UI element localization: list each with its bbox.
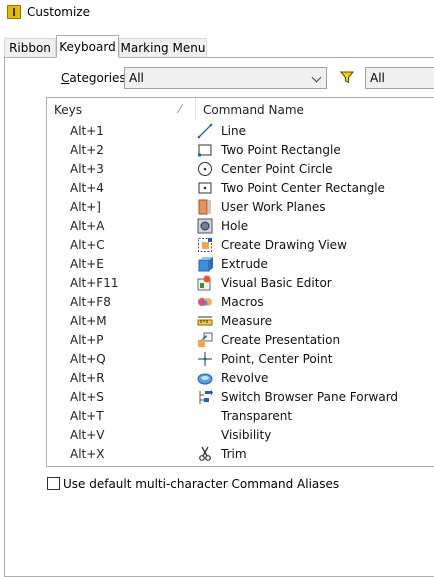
command-name: Create Presentation <box>221 333 341 347</box>
shortcut-key: Alt+A <box>70 219 105 233</box>
shortcut-list[interactable]: Keys ⁄ Command Name Alt+1 Line Alt+2 Two… <box>46 97 434 467</box>
command-name: Macros <box>221 295 264 309</box>
command-name: Visibility <box>221 428 272 442</box>
categories-dropdown[interactable]: All <box>124 67 327 89</box>
list-item[interactable]: Alt+P Create Presentation <box>47 331 434 350</box>
filter-dropdown[interactable]: All <box>365 67 434 89</box>
shortcut-key: Alt+2 <box>70 143 104 157</box>
macros-icon <box>198 298 212 306</box>
command-name: Point, Center Point <box>221 352 333 366</box>
shortcut-key: Alt+P <box>70 333 104 347</box>
list-item[interactable]: Alt+S Switch Browser Pane Forward <box>47 388 434 407</box>
shortcut-key: Alt+M <box>70 314 107 328</box>
hole-icon <box>197 218 213 234</box>
drawing-view-icon <box>198 238 212 252</box>
tab-marking-menu[interactable]: Marking Menu <box>119 38 207 57</box>
command-name: Measure <box>221 314 272 328</box>
column-header-command[interactable]: Command Name <box>203 103 304 117</box>
command-name: Center Point Circle <box>221 162 333 176</box>
command-name: Switch Browser Pane Forward <box>221 390 399 404</box>
shortcut-key: Alt+3 <box>70 162 104 176</box>
vba-editor-icon <box>197 275 211 291</box>
app-icon <box>7 5 21 19</box>
command-name: Line <box>221 124 247 138</box>
list-item[interactable]: Alt+F8 Macros <box>47 293 434 312</box>
extrude-icon <box>198 257 213 272</box>
list-item[interactable]: Alt+A Hole <box>47 217 434 236</box>
funnel-icon[interactable] <box>340 71 354 84</box>
filter-value: All <box>370 71 385 85</box>
list-item[interactable]: Alt+R Revolve <box>47 369 434 388</box>
shortcut-key: Alt+1 <box>70 124 104 138</box>
shortcut-key: Alt+C <box>70 238 105 252</box>
list-item[interactable]: Alt+M Measure <box>47 312 434 331</box>
window-title: Customize <box>27 5 90 19</box>
command-name: User Work Planes <box>221 200 326 214</box>
categories-label-text: ategories: <box>69 71 130 85</box>
shortcut-key: Alt+S <box>70 390 104 404</box>
shortcut-key: Alt+F11 <box>70 276 119 290</box>
list-item[interactable]: Alt+3 Center Point Circle <box>47 160 434 179</box>
aliases-checkbox[interactable] <box>47 477 60 490</box>
presentation-icon <box>198 332 213 347</box>
point-icon <box>198 352 212 366</box>
shortcut-key: Alt+T <box>70 409 104 423</box>
command-name: Revolve <box>221 371 269 385</box>
command-name: Trim <box>221 447 247 461</box>
chevron-down-icon <box>311 72 322 83</box>
list-item[interactable]: Alt+X Trim <box>47 445 434 464</box>
shortcut-key: Alt+E <box>70 257 104 271</box>
command-name: Extrude <box>221 257 268 271</box>
browser-pane-icon <box>199 389 213 404</box>
list-item[interactable]: Alt+E Extrude <box>47 255 434 274</box>
tab-keyboard[interactable]: Keyboard <box>56 35 119 58</box>
column-header-keys[interactable]: Keys <box>54 103 82 117</box>
trim-icon <box>199 446 211 461</box>
list-item[interactable]: Alt+V Visibility <box>47 426 434 445</box>
command-name: Visual Basic Editor <box>221 276 332 290</box>
line-icon <box>197 123 213 139</box>
work-plane-icon <box>198 199 211 215</box>
sort-indicator-icon: ⁄ <box>179 102 182 116</box>
list-item[interactable]: Alt+T Transparent <box>47 407 434 426</box>
categories-label: Categories: <box>61 71 130 85</box>
command-name: Hole <box>221 219 249 233</box>
shortcut-key: Alt+F8 <box>70 295 111 309</box>
revolve-icon <box>197 373 213 385</box>
list-item[interactable]: Alt+F11 Visual Basic Editor <box>47 274 434 293</box>
categories-value: All <box>129 71 144 85</box>
command-name: Two Point Rectangle <box>221 143 341 157</box>
shortcut-key: Alt+] <box>70 200 101 214</box>
tab-ribbon[interactable]: Ribbon <box>4 38 56 57</box>
column-divider[interactable] <box>195 98 196 120</box>
command-name: Create Drawing View <box>221 238 347 252</box>
aliases-label[interactable]: Use default multi-character Command Alia… <box>63 477 339 491</box>
list-item[interactable]: Alt+4 Two Point Center Rectangle <box>47 179 434 198</box>
tab-strip: Ribbon Keyboard Marking Menu <box>0 35 434 58</box>
measure-icon <box>197 316 213 326</box>
shortcut-key: Alt+X <box>70 447 105 461</box>
list-item[interactable]: Alt+] User Work Planes <box>47 198 434 217</box>
shortcut-key: Alt+R <box>70 371 105 385</box>
rectangle-icon <box>198 144 212 157</box>
shortcut-key: Alt+V <box>70 428 105 442</box>
circle-icon <box>198 162 212 176</box>
list-item[interactable]: Alt+1 Line <box>47 122 434 141</box>
list-item[interactable]: Alt+Q Point, Center Point <box>47 350 434 369</box>
center-rectangle-icon <box>198 182 212 194</box>
shortcut-key: Alt+Q <box>70 352 106 366</box>
list-item[interactable]: Alt+2 Two Point Rectangle <box>47 141 434 160</box>
list-item[interactable]: Alt+C Create Drawing View <box>47 236 434 255</box>
title-bar: Customize <box>0 0 434 26</box>
command-name: Two Point Center Rectangle <box>221 181 385 195</box>
shortcut-key: Alt+4 <box>70 181 104 195</box>
command-name: Transparent <box>221 409 293 423</box>
